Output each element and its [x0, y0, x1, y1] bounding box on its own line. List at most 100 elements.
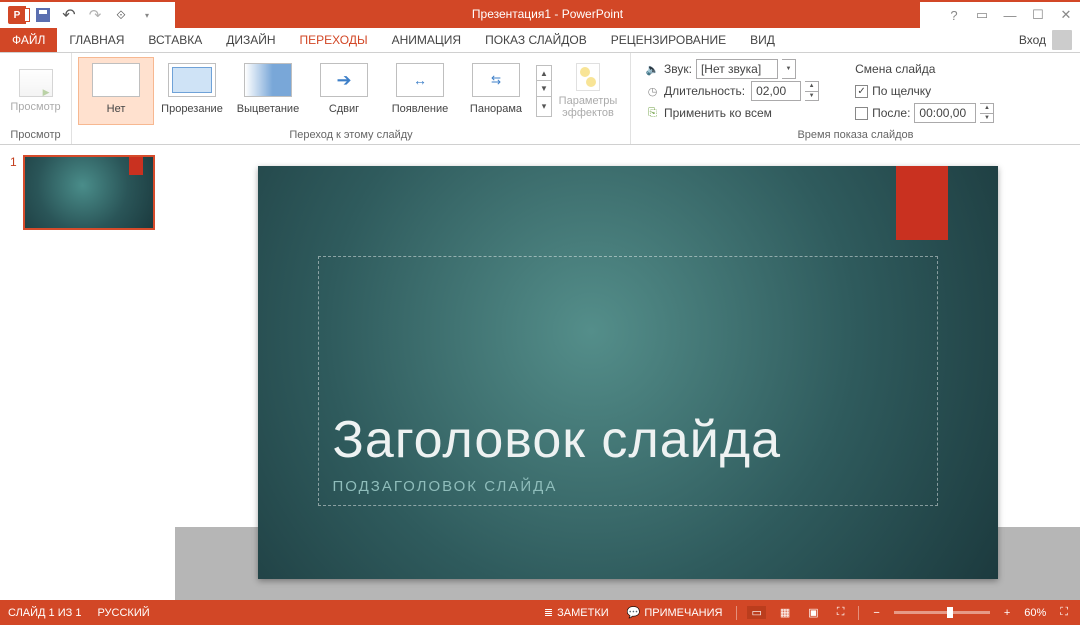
sound-dropdown[interactable]: ▼: [782, 59, 796, 79]
effect-options-label: Параметры эффектов: [552, 95, 624, 119]
zoom-level[interactable]: 60%: [1024, 607, 1046, 619]
transition-none-icon: [92, 63, 140, 97]
transition-fade-icon: [244, 63, 292, 97]
transition-appear[interactable]: ↔ Появление: [382, 57, 458, 125]
start-from-beginning-button[interactable]: ⟐: [110, 4, 132, 26]
transition-none[interactable]: Нет: [78, 57, 154, 125]
tab-review[interactable]: РЕЦЕНЗИРОВАНИЕ: [599, 28, 738, 52]
ribbon-tabs: ФАЙЛ ГЛАВНАЯ ВСТАВКА ДИЗАЙН ПЕРЕХОДЫ АНИ…: [0, 28, 1080, 53]
zoom-out-button[interactable]: −: [869, 607, 883, 619]
transition-none-label: Нет: [107, 103, 126, 115]
gallery-scroll: ▲ ▼ ▾: [536, 65, 552, 117]
save-button[interactable]: [32, 4, 54, 26]
apply-to-all-button[interactable]: ⎘ Применить ко всем: [645, 103, 819, 123]
transition-pan[interactable]: ⇆ Панорама: [458, 57, 534, 125]
notes-button[interactable]: ≣ ЗАМЕТКИ: [540, 606, 613, 619]
close-button[interactable]: ✕: [1052, 2, 1080, 28]
timing-right-column: Смена слайда ✓ По щелчку После: 00:00,00…: [847, 57, 1002, 123]
comments-label: ПРИМЕЧАНИЯ: [644, 607, 722, 619]
comments-button[interactable]: 💬 ПРИМЕЧАНИЯ: [623, 606, 727, 619]
effect-options-icon: [576, 63, 600, 91]
slide-counter[interactable]: СЛАЙД 1 ИЗ 1: [8, 607, 81, 619]
tab-file[interactable]: ФАЙЛ: [0, 28, 57, 52]
tab-insert[interactable]: ВСТАВКА: [136, 28, 214, 52]
apply-all-label: Применить ко всем: [664, 106, 772, 120]
ribbon-group-label-preview: Просмотр: [0, 126, 71, 144]
effect-options-button[interactable]: Параметры эффектов: [552, 57, 624, 125]
sound-select[interactable]: [Нет звука]: [696, 59, 778, 79]
sorter-view-icon: ▦: [780, 606, 790, 619]
workspace: 1 Заголовок слайда ПОДЗАГОЛОВОК СЛАЙДА: [0, 145, 1080, 600]
zoom-knob[interactable]: [947, 607, 953, 618]
window-controls: ? ▭ — ☐ ✕: [940, 2, 1080, 28]
app-logo: P: [6, 4, 28, 26]
help-button[interactable]: ?: [940, 2, 968, 28]
undo-button[interactable]: ↶: [58, 4, 80, 26]
title-placeholder[interactable]: Заголовок слайда ПОДЗАГОЛОВОК СЛАЙДА: [318, 256, 938, 506]
normal-view-icon: ▭: [751, 606, 761, 619]
language-button[interactable]: РУССКИЙ: [97, 607, 149, 619]
slide-editor[interactable]: Заголовок слайда ПОДЗАГОЛОВОК СЛАЙДА: [175, 145, 1080, 600]
transition-appear-label: Появление: [392, 103, 448, 115]
transition-pan-label: Панорама: [470, 103, 522, 115]
customize-qa-button[interactable]: ▾: [136, 4, 158, 26]
comments-icon: 💬: [627, 606, 641, 619]
apply-all-icon: ⎘: [645, 106, 660, 121]
tab-home[interactable]: ГЛАВНАЯ: [57, 28, 136, 52]
sign-in-button[interactable]: Вход: [1019, 28, 1072, 52]
redo-button[interactable]: ↷: [84, 4, 106, 26]
tab-slideshow[interactable]: ПОКАЗ СЛАЙДОВ: [473, 28, 599, 52]
transition-gallery: Нет Прорезание Выцветание ➔ Сдвиг: [78, 57, 552, 125]
fit-icon: ⛶: [1060, 606, 1068, 619]
ribbon-group-label-transitions: Переход к этому слайду: [72, 126, 630, 144]
thumbnail-number: 1: [10, 155, 17, 230]
transition-cut-icon: [168, 63, 216, 97]
transition-fade[interactable]: Выцветание: [230, 57, 306, 125]
slide-title-text[interactable]: Заголовок слайда: [333, 410, 923, 478]
timing-left-column: 🔈 Звук: [Нет звука] ▼ ◷ Длительность: 02…: [637, 57, 827, 123]
tab-transitions[interactable]: ПЕРЕХОДЫ: [288, 28, 380, 52]
transition-pan-icon: ⇆: [472, 63, 520, 97]
zoom-slider[interactable]: [894, 611, 990, 614]
after-checkbox[interactable]: [855, 107, 868, 120]
slide-canvas[interactable]: Заголовок слайда ПОДЗАГОЛОВОК СЛАЙДА: [258, 166, 998, 579]
maximize-button[interactable]: ☐: [1024, 2, 1052, 28]
normal-view-button[interactable]: ▭: [747, 606, 765, 619]
tab-design[interactable]: ДИЗАЙН: [214, 28, 287, 52]
duration-spinner[interactable]: ▲▼: [805, 81, 819, 101]
sound-icon: 🔈: [645, 62, 660, 77]
on-click-checkbox[interactable]: ✓: [855, 85, 868, 98]
tab-view[interactable]: ВИД: [738, 28, 787, 52]
slide-subtitle-text[interactable]: ПОДЗАГОЛОВОК СЛАЙДА: [333, 478, 923, 495]
slideshow-view-button[interactable]: ⛶: [833, 606, 849, 619]
on-click-label: По щелчку: [872, 84, 931, 98]
transition-cut[interactable]: Прорезание: [154, 57, 230, 125]
quick-access-toolbar: P ↶ ↷ ⟐ ▾: [0, 2, 164, 28]
ribbon-group-transitions: Нет Прорезание Выцветание ➔ Сдвиг: [72, 53, 631, 144]
thumbnail-item[interactable]: 1: [10, 155, 165, 230]
ribbon-display-options-button[interactable]: ▭: [968, 2, 996, 28]
notes-icon: ≣: [544, 606, 553, 619]
transition-cut-label: Прорезание: [161, 103, 223, 115]
tab-animations[interactable]: АНИМАЦИЯ: [380, 28, 473, 52]
preview-button[interactable]: Просмотр: [6, 57, 65, 125]
gallery-scroll-down[interactable]: ▼: [536, 81, 552, 97]
zoom-in-button[interactable]: +: [1000, 607, 1014, 619]
after-input[interactable]: 00:00,00: [914, 103, 976, 123]
gallery-scroll-up[interactable]: ▲: [536, 65, 552, 81]
duration-label: Длительность:: [664, 84, 745, 98]
gallery-expand[interactable]: ▾: [536, 97, 552, 117]
notes-label: ЗАМЕТКИ: [557, 607, 609, 619]
ribbon: Просмотр Просмотр Нет Прорезание: [0, 53, 1080, 145]
transition-push[interactable]: ➔ Сдвиг: [306, 57, 382, 125]
minimize-button[interactable]: —: [996, 2, 1024, 28]
transition-fade-label: Выцветание: [237, 103, 299, 115]
reading-view-button[interactable]: ▣: [804, 606, 822, 619]
avatar-icon: [1052, 30, 1072, 50]
duration-input[interactable]: 02,00: [751, 81, 801, 101]
fit-to-window-button[interactable]: ⛶: [1056, 606, 1072, 619]
thumbnail-preview: [23, 155, 155, 230]
after-spinner[interactable]: ▲▼: [980, 103, 994, 123]
transition-appear-icon: ↔: [396, 63, 444, 97]
sorter-view-button[interactable]: ▦: [776, 606, 794, 619]
